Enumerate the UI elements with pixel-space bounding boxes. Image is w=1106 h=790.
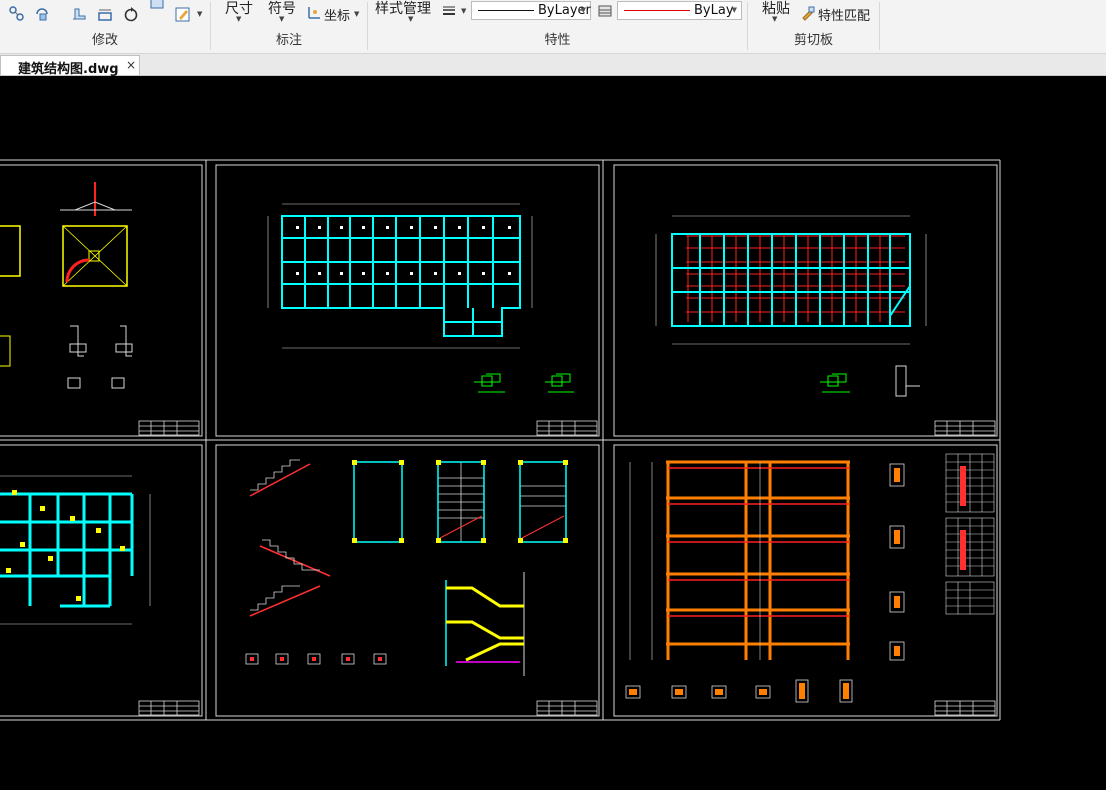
clipboard-group-label: 剪切板: [793, 33, 833, 48]
style-manager-dropdown-icon[interactable]: ▼: [408, 15, 413, 23]
paste-dropdown-icon[interactable]: ▼: [772, 15, 777, 23]
linetype-select[interactable]: ByLayer ▼: [471, 1, 591, 20]
document-tab-bar: 建筑结构图.dwg ×: [0, 54, 1106, 77]
coordinate-button[interactable]: 坐标: [324, 5, 350, 24]
clipboard-group: 粘贴 ▼ 特性匹配 剪切板: [748, 0, 879, 53]
layer-color-icon[interactable]: [598, 4, 612, 18]
document-tab-label: 建筑结构图.dwg: [18, 62, 119, 77]
array-icon[interactable]: [8, 5, 26, 23]
scale-icon[interactable]: [148, 0, 166, 14]
color-dropdown-icon: ▼: [731, 6, 737, 14]
edit-properties-dropdown-icon[interactable]: ▼: [197, 10, 202, 18]
dimension-dropdown-icon[interactable]: ▼: [236, 15, 241, 23]
linetype-dropdown-icon: ▼: [580, 6, 586, 14]
lineweight-icon[interactable]: [442, 3, 456, 17]
edit-properties-icon[interactable]: [174, 5, 192, 23]
explode-icon[interactable]: [33, 5, 51, 23]
ribbon-toolbar: ▼ 修改 尺寸 ▼ 符号 ▼ 坐标 ▼ 标注 样式管理 ▼ ▼ ByLayer …: [0, 0, 1106, 54]
coordinate-dropdown-icon[interactable]: ▼: [354, 10, 359, 18]
rotate-icon[interactable]: [122, 5, 140, 23]
match-properties-icon[interactable]: [800, 5, 816, 21]
annotate-group: 尺寸 ▼ 符号 ▼ 坐标 ▼ 标注: [211, 0, 367, 53]
color-value: ByLay: [694, 3, 734, 18]
symbol-dropdown-icon[interactable]: ▼: [279, 15, 284, 23]
properties-group: 样式管理 ▼ ▼ ByLayer ▼ ByLay ▼ 特性: [368, 0, 747, 53]
modify-group: ▼ 修改: [0, 0, 210, 53]
coordinate-icon[interactable]: [306, 5, 322, 21]
close-tab-icon[interactable]: ×: [126, 58, 136, 72]
color-select[interactable]: ByLay ▼: [617, 1, 742, 20]
match-properties-button[interactable]: 特性匹配: [818, 5, 870, 24]
modify-group-label: 修改: [91, 33, 118, 48]
stretch-icon[interactable]: [70, 5, 88, 23]
properties-group-label: 特性: [544, 33, 571, 48]
offset-icon[interactable]: [96, 5, 114, 23]
lineweight-dropdown-icon[interactable]: ▼: [461, 7, 466, 15]
drawing-canvas[interactable]: [0, 76, 1106, 790]
ribbon-divider: [879, 2, 880, 50]
style-manager-button[interactable]: 样式管理: [375, 0, 431, 18]
document-tab[interactable]: 建筑结构图.dwg ×: [0, 55, 140, 77]
annotate-group-label: 标注: [275, 33, 302, 48]
